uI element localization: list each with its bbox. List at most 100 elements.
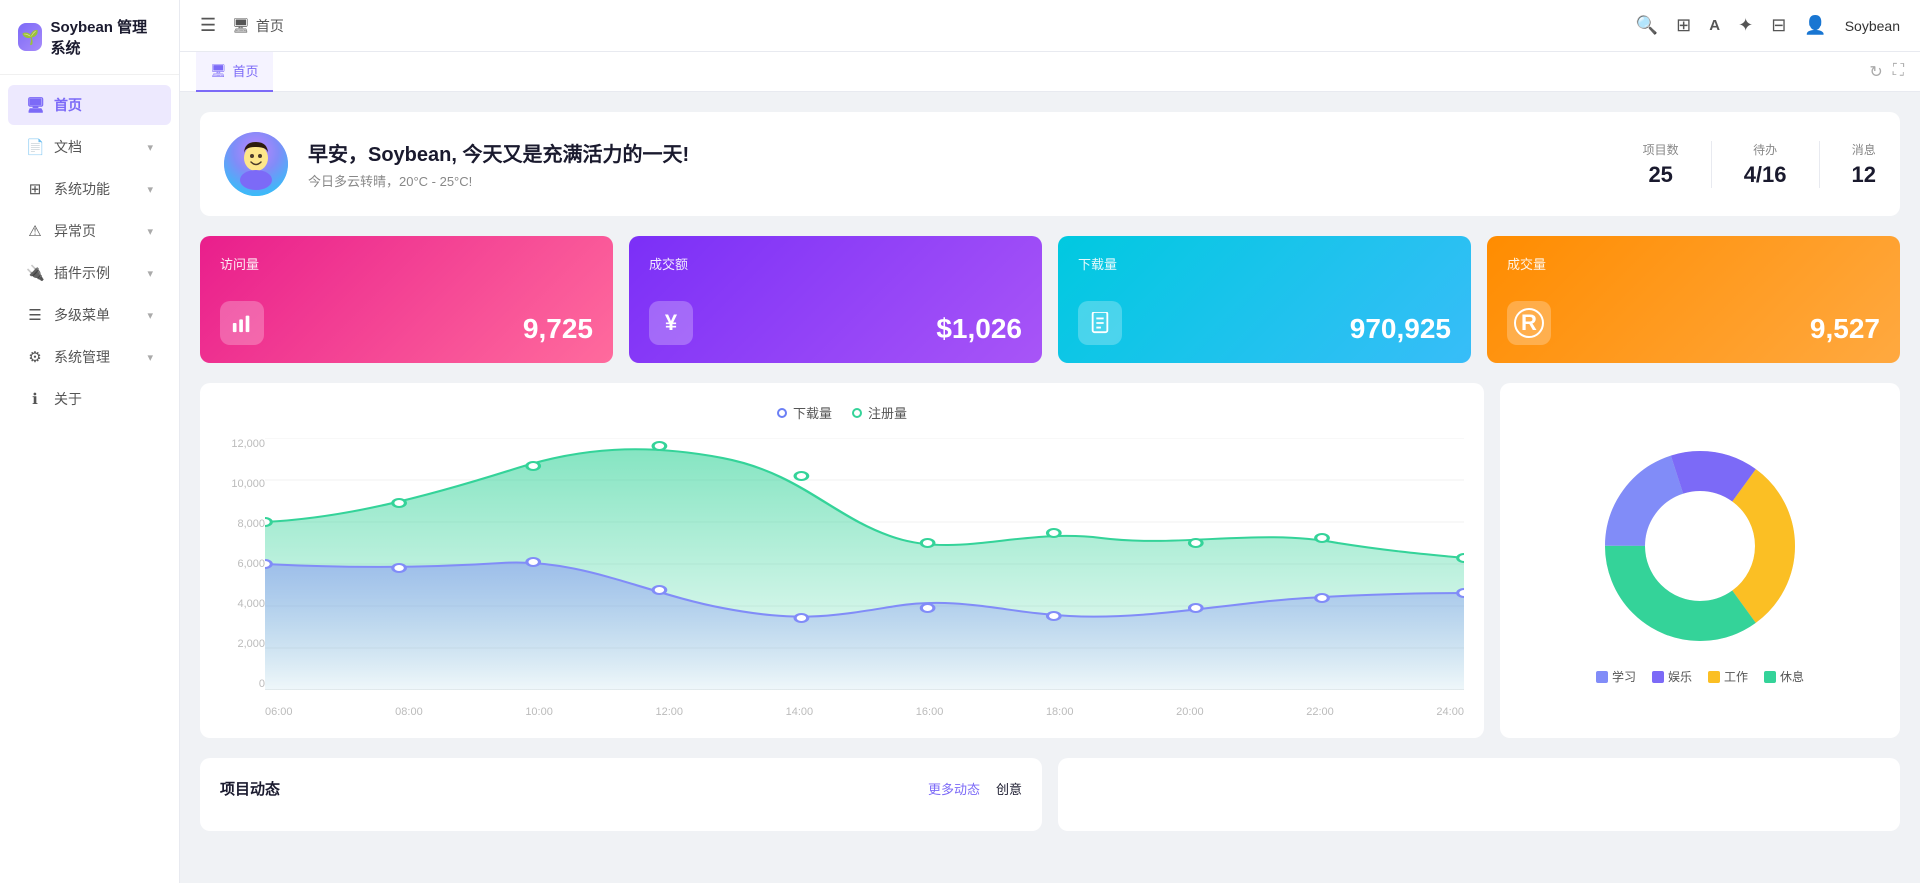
metric-icon-0 [220,301,264,345]
sidebar-item-plugins[interactable]: 🔌 插件示例 ▾ [8,253,171,293]
metric-row-0: 访问量 [220,254,593,285]
sidebar-logo: 🌱 Soybean 管理系统 [0,0,179,75]
translate-action-icon[interactable]: A [1709,17,1720,34]
sidebar-item-menus[interactable]: ☰ 多级菜单 ▾ [8,295,171,335]
stat-projects-value: 25 [1648,162,1672,188]
sidebar-item-exceptions[interactable]: ⚠ 异常页 ▾ [8,211,171,251]
legend-dot-blue [777,408,787,418]
expand-action-icon[interactable]: ⊞ [1676,15,1691,36]
sidebar-item-system[interactable]: ⚙ 系统管理 ▾ [8,337,171,377]
more-activity-link[interactable]: 更多动态 [928,779,980,798]
nav-label-plugins: 插件示例 [54,263,137,283]
metric-bottom-0: 9,725 [220,285,593,345]
y-label-2000: 2,000 [220,638,265,650]
project-activity-actions: 更多动态 创意 [928,779,1022,798]
nav-label-functions: 系统功能 [54,179,137,199]
welcome-card: 早安，Soybean, 今天又是充满活力的一天! 今日多云转晴，20°C - 2… [200,112,1900,216]
create-link[interactable]: 创意 [996,779,1022,798]
stat-projects: 项目数 25 [1643,141,1679,188]
metric-label-0: 访问量 [220,254,259,273]
stat-pending-value: 4/16 [1744,162,1787,188]
metric-cards: 访问量 9,725 成交额 ¥ $1,026 下载量 970,925 [200,236,1900,363]
nav-label-home: 首页 [54,95,153,115]
app-title: Soybean 管理系统 [50,16,161,58]
nav-icon-plugins: 🔌 [26,264,44,282]
metric-value-3: 9,527 [1810,313,1880,345]
tab-home-icon: 🖥 [210,63,227,79]
stat-messages-label: 消息 [1852,141,1876,158]
x-label-1400: 14:00 [786,706,814,718]
nav-icon-system: ⚙ [26,348,44,366]
stat-messages-value: 12 [1852,162,1876,188]
tab-refresh-icon[interactable]: ↻ [1869,62,1882,82]
legend-study: 学习 [1596,668,1636,685]
legend-rest-label: 休息 [1780,668,1804,685]
nav-icon-functions: ⊞ [26,180,44,198]
donut-legend: 学习 娱乐 工作 休息 [1596,668,1804,685]
nav-icon-docs: 📄 [26,138,44,156]
y-label-6000: 6,000 [220,558,265,570]
metric-icon-1: ¥ [649,301,693,345]
user-icon[interactable]: 👤 [1804,15,1826,36]
metric-bottom-1: ¥ $1,026 [649,285,1022,345]
user-avatar [224,132,288,196]
nav-arrow-plugins: ▾ [147,267,153,280]
stat-pending: 待办 4/16 [1744,141,1787,188]
nav-arrow-menus: ▾ [147,309,153,322]
tab-home[interactable]: 🖥 首页 [196,52,273,92]
stat-projects-label: 项目数 [1643,141,1679,158]
legend-work-label: 工作 [1724,668,1748,685]
welcome-text: 早安，Soybean, 今天又是充满活力的一天! 今日多云转晴，20°C - 2… [308,138,1623,190]
x-label-2400: 24:00 [1436,706,1464,718]
x-label-2200: 22:00 [1306,706,1334,718]
x-label-1200: 12:00 [655,706,683,718]
project-activity-header: 项目动态 更多动态 创意 [220,778,1022,799]
legend-entertainment-color [1652,671,1664,683]
nav-label-menus: 多级菜单 [54,305,137,325]
sidebar-item-about[interactable]: ℹ 关于 [8,379,171,419]
metric-bottom-2: 970,925 [1078,285,1451,345]
sidebar-item-home[interactable]: 🖥 首页 [8,85,171,125]
breadcrumb-label: 首页 [256,16,284,36]
x-label-0600: 06:00 [265,706,293,718]
metric-card-0: 访问量 9,725 [200,236,613,363]
nav-label-docs: 文档 [54,137,137,157]
main-wrapper: ☰ 🖥 首页 🔍 ⊞ A ✦ ⊟ 👤 Soybean 🖥 首页 ↻ ⛶ [180,0,1920,883]
bottom-row: 项目动态 更多动态 创意 [200,758,1900,831]
sidebar-item-functions[interactable]: ⊞ 系统功能 ▾ [8,169,171,209]
chart-legend: 下载量 注册量 [220,403,1464,422]
welcome-sub: 今日多云转晴，20°C - 25°C! [308,171,1623,190]
top-bar-right: 🔍 ⊞ A ✦ ⊟ 👤 Soybean [1636,15,1900,36]
welcome-title: 早安，Soybean, 今天又是充满活力的一天! [308,138,1623,167]
legend-work-color [1708,671,1720,683]
metric-card-1: 成交额 ¥ $1,026 [629,236,1042,363]
sidebar-item-docs[interactable]: 📄 文档 ▾ [8,127,171,167]
legend-entertainment-label: 娱乐 [1668,668,1692,685]
x-axis-labels: 06:00 08:00 10:00 12:00 14:00 16:00 18:0… [265,706,1464,718]
tab-home-label: 首页 [233,61,259,80]
collapse-icon[interactable]: ☰ [200,15,216,36]
legend-entertainment: 娱乐 [1652,668,1692,685]
metric-value-2: 970,925 [1350,313,1451,345]
legend-dot-green [852,408,862,418]
stat-divider-2 [1819,141,1820,188]
x-label-1600: 16:00 [916,706,944,718]
donut-wrap: 学习 娱乐 工作 休息 [1520,403,1880,718]
y-axis-labels: 12,000 10,000 8,000 6,000 4,000 2,000 0 [220,438,265,690]
breadcrumb: 🖥 首页 [232,16,284,36]
metric-row-2: 下载量 [1078,254,1451,285]
legend-download: 下载量 [777,403,832,422]
metric-card-2: 下载量 970,925 [1058,236,1471,363]
charts-row: 下载量 注册量 12,000 10,000 8,000 6,000 [200,383,1900,738]
y-label-4000: 4,000 [220,598,265,610]
x-label-2000: 20:00 [1176,706,1204,718]
nav-label-system: 系统管理 [54,347,137,367]
metric-row-1: 成交额 [649,254,1022,285]
search-action-icon[interactable]: 🔍 [1636,15,1658,36]
tab-bar: 🖥 首页 ↻ ⛶ [180,52,1920,92]
component-action-icon[interactable]: ⊟ [1771,15,1786,36]
theme-action-icon[interactable]: ✦ [1738,15,1753,36]
legend-register: 注册量 [852,403,907,422]
tab-fullscreen-icon[interactable]: ⛶ [1893,62,1904,82]
dashboard: 早安，Soybean, 今天又是充满活力的一天! 今日多云转晴，20°C - 2… [180,92,1920,883]
